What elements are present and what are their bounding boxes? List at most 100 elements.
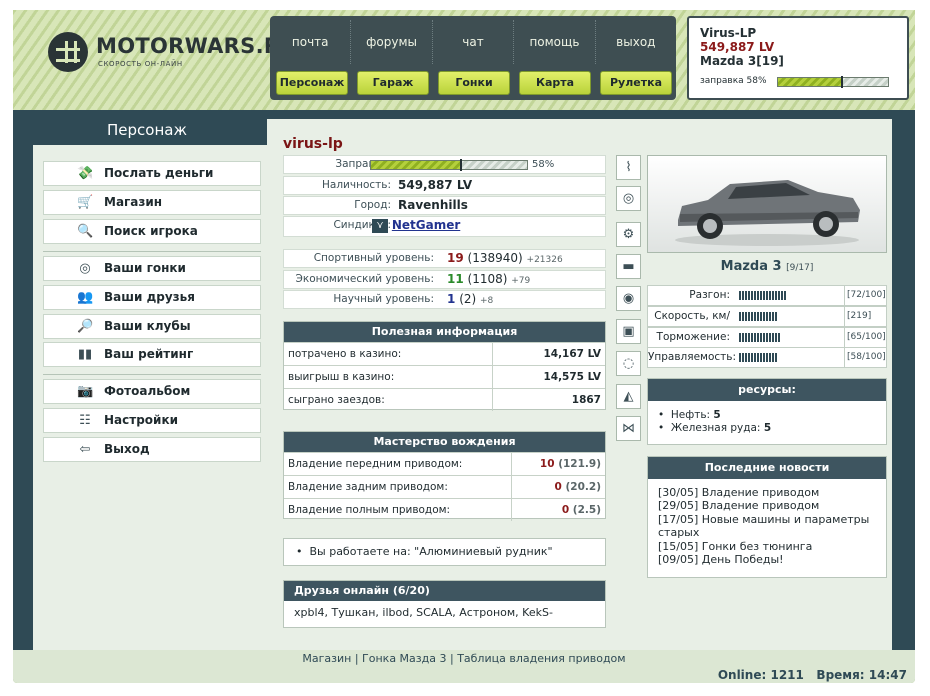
- online-status: Online: 1211 Время: 14:47: [717, 668, 907, 682]
- shock-absorber-icon[interactable]: ⌇: [616, 155, 641, 180]
- footer-link-race[interactable]: Гонка Мазда 3: [362, 652, 446, 665]
- menu-settings[interactable]: ☷ Настройки: [43, 408, 261, 433]
- garage-button[interactable]: Гараж: [357, 71, 429, 95]
- nav-mail[interactable]: почта: [270, 20, 352, 64]
- acceleration-gauge: [739, 291, 786, 300]
- profile-cash-value: 549,887 LV: [398, 178, 473, 192]
- profile-fuel-row: Заправка: 58%: [283, 155, 606, 174]
- menu-separator: [43, 374, 261, 375]
- menu-photo-album[interactable]: 📷 Фотоальбом: [43, 379, 261, 404]
- user-summary: Virus-LP 549,887 LV Mazda 3[19] заправка…: [687, 16, 909, 100]
- list-item: • Железная руда: 5: [658, 422, 772, 434]
- logo-title: MOTORWARS.RU: [96, 34, 298, 58]
- profile-syndicate-row: Синдикат: ⋎ NetGamer: [283, 216, 606, 237]
- speed-gauge: [739, 312, 778, 321]
- rating-icon: ▮▮: [77, 347, 93, 362]
- science-level-key: Научный уровень:: [333, 293, 434, 305]
- friends-online-title: Друзья онлайн (6/20): [284, 581, 605, 601]
- menu-exit[interactable]: ⇦ Выход: [43, 437, 261, 462]
- handling-gauge: [739, 353, 778, 362]
- car-name: Mazda 3 [9/17]: [720, 259, 814, 274]
- footer-link-drive-table[interactable]: Таблица владения приводом: [457, 652, 625, 665]
- menu-find-player[interactable]: 🔍 Поиск игрока: [43, 219, 261, 244]
- photo-icon: 📷: [77, 384, 94, 399]
- brake-disc-icon[interactable]: ◉: [616, 286, 641, 311]
- steering-wheel-icon: ◎: [79, 261, 91, 276]
- news-item[interactable]: [29/05] Владение приводом: [658, 499, 886, 512]
- friends-online-box: Друзья онлайн (6/20) xpbl4, Тушкан, ilbo…: [283, 580, 606, 628]
- site-logo[interactable]: MOTORWARS.RU СКОРОСТЬ ОН-ЛАЙН: [40, 26, 297, 80]
- user-name: Virus-LP: [700, 26, 757, 40]
- menu-send-money[interactable]: 💸 Послать деньги: [43, 161, 261, 186]
- friends-icon: 👥: [77, 290, 94, 305]
- fuel-label: заправка 58%: [700, 76, 767, 86]
- menu-shop[interactable]: 🛒 Магазин: [43, 190, 261, 215]
- news-box: Последние новости [30/05] Владение приво…: [647, 456, 887, 578]
- tire-icon[interactable]: ◎: [616, 186, 641, 211]
- clubs-icon: 🔎: [77, 319, 94, 334]
- fuel-bar: [777, 76, 889, 88]
- news-item[interactable]: [17/05] Новые машины и параметры старых: [658, 513, 886, 540]
- exhaust-icon[interactable]: ◭: [616, 384, 641, 409]
- news-item[interactable]: [09/05] День Победы!: [658, 553, 886, 566]
- resources-title: ресурсы:: [648, 379, 886, 401]
- sport-level-row: Спортивный уровень: 19 (138940) +21326: [283, 249, 606, 268]
- syndicate-emblem-icon: ⋎: [372, 218, 388, 233]
- menu-your-races[interactable]: ◎ Ваши гонки: [43, 256, 261, 281]
- syndicate-link[interactable]: ⋎ NetGamer: [372, 217, 460, 234]
- roulette-button[interactable]: Рулетка: [600, 71, 672, 95]
- cart-icon: 🛒: [77, 195, 94, 210]
- nav-chat[interactable]: чат: [433, 20, 515, 64]
- news-item[interactable]: [30/05] Владение приводом: [658, 486, 886, 499]
- work-status-text: • Вы работаете на: "Алюминиевый рудник": [296, 545, 553, 558]
- useful-info-box: Полезная информация потрачено в казино: 1…: [283, 321, 606, 411]
- profile-cash-row: Наличность: 549,887 LV: [283, 176, 606, 195]
- user-money: 549,887 LV: [700, 40, 775, 54]
- footer: Магазин | Гонка Мазда 3 | Таблица владен…: [13, 650, 915, 683]
- menu-your-friends[interactable]: 👥 Ваши друзья: [43, 285, 261, 310]
- nav-forums[interactable]: форумы: [351, 20, 433, 64]
- exit-icon: ⇦: [79, 442, 91, 457]
- resources-box: ресурсы: • Нефть: 5 • Железная руда: 5: [647, 378, 887, 445]
- map-button[interactable]: Карта: [519, 71, 591, 95]
- list-item: • Нефть: 5: [658, 409, 721, 421]
- top-navigation: почта форумы чат помощь выход Персонаж Г…: [270, 16, 676, 100]
- braking-gauge: [739, 333, 781, 342]
- suspension-icon[interactable]: ⋈: [616, 416, 641, 441]
- turbo-icon[interactable]: ◌: [616, 351, 641, 376]
- fuel-bar-marker: [840, 76, 843, 88]
- engine-icon[interactable]: ▣: [616, 319, 641, 344]
- nav-logout[interactable]: выход: [596, 20, 676, 64]
- menu-separator: [43, 251, 261, 252]
- news-item[interactable]: [15/05] Гонки без тюнинга: [658, 540, 886, 553]
- left-menu: Персонаж 💸 Послать деньги 🛒 Магазин 🔍 Поиск…: [27, 119, 267, 650]
- stat-braking: Торможение: [65/100]: [647, 327, 887, 348]
- economic-level-key: Экономический уровень:: [295, 273, 434, 285]
- driving-mastery-title: Мастерство вождения: [284, 432, 605, 452]
- footer-link-shop[interactable]: Магазин: [302, 652, 351, 665]
- profile-city-row: Город: Ravenhills: [283, 196, 606, 215]
- character-button[interactable]: Персонаж: [276, 71, 348, 95]
- car-illustration: [675, 180, 860, 246]
- science-level-row: Научный уровень: 1 (2) +8: [283, 290, 606, 309]
- settings-icon: ☷: [79, 413, 91, 428]
- fuel-bar-fill: [778, 78, 842, 86]
- menu-your-clubs[interactable]: 🔎 Ваши клубы: [43, 314, 261, 339]
- races-button[interactable]: Гонки: [438, 71, 510, 95]
- nav-help[interactable]: помощь: [514, 20, 596, 64]
- spoiler-icon[interactable]: ▬: [616, 254, 641, 279]
- footer-links: Магазин | Гонка Мазда 3 | Таблица владен…: [302, 652, 626, 665]
- friends-online-list[interactable]: xpbl4, Тушкан, ilbod, SCALA, Астроном, K…: [284, 601, 605, 619]
- logo-subtitle: СКОРОСТЬ ОН-ЛАЙН: [98, 60, 183, 68]
- profile-city-key: Город:: [354, 199, 391, 211]
- table-row: Владение задним приводом: 0 (20.2): [284, 475, 605, 499]
- search-icon: 🔍: [77, 224, 94, 239]
- left-menu-title: Персонаж: [107, 121, 187, 139]
- economic-level-row: Экономический уровень: 11 (1108) +79: [283, 270, 606, 289]
- car-image[interactable]: [647, 155, 887, 253]
- left-menu-panel: 💸 Послать деньги 🛒 Магазин 🔍 Поиск игрока ◎…: [33, 145, 267, 650]
- news-title: Последние новости: [648, 457, 886, 479]
- table-row: Владение полным приводом: 0 (2.5): [284, 498, 605, 521]
- menu-your-rating[interactable]: ▮▮ Ваш рейтинг: [43, 342, 261, 367]
- wheels-icon[interactable]: ⚙: [616, 222, 641, 247]
